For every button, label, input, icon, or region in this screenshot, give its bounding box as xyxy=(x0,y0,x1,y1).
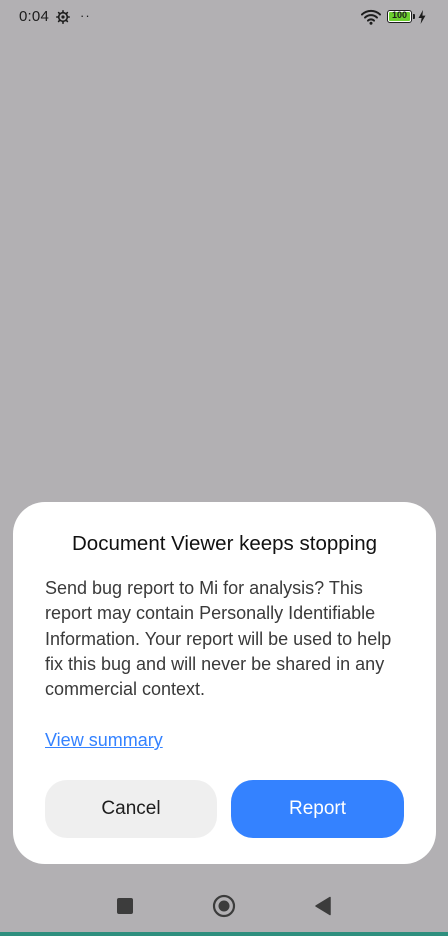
view-summary-link[interactable]: View summary xyxy=(45,730,163,751)
bottom-edge-line xyxy=(0,932,448,936)
settings-gear-icon xyxy=(56,10,70,29)
battery-icon: 100 xyxy=(387,10,412,23)
report-button[interactable]: Report xyxy=(231,780,404,838)
dialog-title: Document Viewer keeps stopping xyxy=(71,532,378,555)
crash-dialog: Document Viewer keeps stopping Send bug … xyxy=(13,502,436,864)
back-triangle-icon[interactable] xyxy=(314,896,332,921)
navigation-bar xyxy=(0,880,448,932)
dialog-message: Send bug report to Mi for analysis? This… xyxy=(45,578,392,700)
wifi-icon xyxy=(361,9,381,30)
home-circle-icon[interactable] xyxy=(212,894,236,923)
battery-cap xyxy=(413,14,415,19)
recents-square-icon[interactable] xyxy=(117,898,133,914)
notification-dots: ·· xyxy=(80,8,91,23)
cancel-button[interactable]: Cancel xyxy=(45,780,217,838)
status-bar: 0:04 ·· 100 xyxy=(0,0,448,36)
status-time: 0:04 xyxy=(19,8,49,25)
charging-bolt-icon xyxy=(418,10,426,29)
battery-level: 100 xyxy=(391,10,408,20)
